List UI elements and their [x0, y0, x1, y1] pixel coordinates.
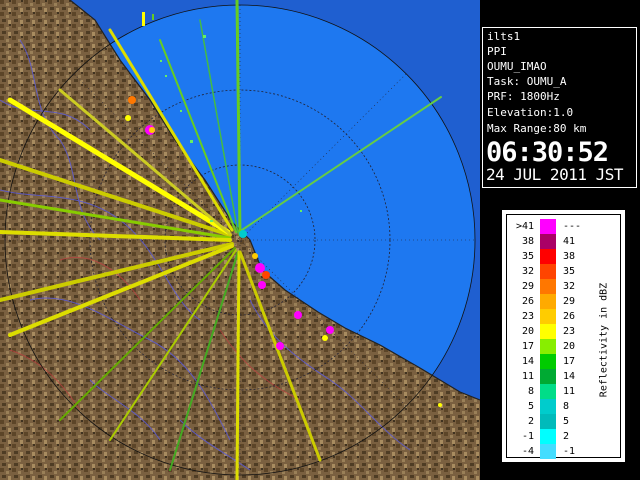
legend-lower-bound: 35: [521, 251, 534, 262]
legend-color-swatch: [540, 444, 556, 459]
legend-row: >41 ---: [507, 219, 591, 234]
observation-time: 06:30:52: [486, 137, 609, 168]
legend-color-swatch: [540, 429, 556, 444]
legend-color-swatch: [540, 414, 556, 429]
legend-lower-bound: 20: [521, 326, 534, 337]
legend-upper-bound: 11: [563, 386, 576, 397]
legend-upper-bound: 8: [563, 401, 570, 412]
legend-color-swatch: [540, 324, 556, 339]
legend-upper-bound: 32: [563, 281, 576, 292]
legend-lower-bound: -4: [521, 446, 534, 457]
legend-title-box: Reflectivity in dBZ: [595, 245, 613, 435]
legend-color-swatch: [540, 369, 556, 384]
legend-color-swatch: [540, 354, 556, 369]
legend-upper-bound: 38: [563, 251, 576, 262]
radar-map-svg: [0, 0, 480, 480]
legend-upper-bound: 26: [563, 311, 576, 322]
legend-color-swatch: [540, 399, 556, 414]
legend-color-swatch: [540, 309, 556, 324]
legend-upper-bound: 2: [563, 431, 570, 442]
legend-lower-bound: 29: [521, 281, 534, 292]
legend-color-swatch: [540, 384, 556, 399]
legend-color-swatch: [540, 339, 556, 354]
legend-color-swatch: [540, 249, 556, 264]
legend-lower-bound: 8: [527, 386, 534, 397]
legend-row: 38 41: [507, 234, 591, 249]
legend-row: 23 26: [507, 309, 591, 324]
legend-lower-bound: 26: [521, 296, 534, 307]
legend-upper-bound: 20: [563, 341, 576, 352]
legend-upper-bound: 41: [563, 236, 576, 247]
legend-lower-bound: >41: [515, 221, 534, 232]
legend-upper-bound: 17: [563, 356, 576, 367]
legend-row: 11 14: [507, 369, 591, 384]
legend-lower-bound: 23: [521, 311, 534, 322]
legend-row: -1 2: [507, 429, 591, 444]
max-range-value: Max Range:80 km: [487, 122, 587, 135]
radar-ppi-display[interactable]: [0, 0, 480, 480]
legend-row: -4 -1: [507, 444, 591, 459]
legend-row: 29 32: [507, 279, 591, 294]
legend-lower-bound: -1: [521, 431, 534, 442]
legend-row: 25: [507, 414, 591, 429]
legend-upper-bound: 35: [563, 266, 576, 277]
station-info-box: ilts1 PPI OUMU_IMAO Task: OUMU_A PRF: 18…: [482, 27, 637, 188]
legend-color-swatch: [540, 279, 556, 294]
legend-lower-bound: 14: [521, 356, 534, 367]
task-name: Task: OUMU_A: [487, 75, 567, 88]
product-name: OUMU_IMAO: [487, 60, 547, 73]
legend-row: 58: [507, 399, 591, 414]
scan-mode: PPI: [487, 45, 507, 58]
legend-row: 26 29: [507, 294, 591, 309]
legend-lower-bound: 32: [521, 266, 534, 277]
observation-date: 24 JUL 2011 JST: [486, 165, 624, 184]
legend-color-swatch: [540, 264, 556, 279]
legend-row: 14 17: [507, 354, 591, 369]
legend-frame: >41 --- 38 41 35 38 32 35 29 32 26 29 23 26 20 23 17 20 14…: [506, 214, 621, 459]
legend-upper-bound: ---: [563, 221, 582, 232]
legend-row: 8 11: [507, 384, 591, 399]
legend-color-swatch: [540, 234, 556, 249]
legend-lower-bound: 2: [527, 416, 534, 427]
legend-lower-bound: 38: [521, 236, 534, 247]
elevation-value: Elevation:1.0: [487, 106, 574, 119]
info-panel: ilts1 PPI OUMU_IMAO Task: OUMU_A PRF: 18…: [480, 0, 640, 480]
legend-upper-bound: 29: [563, 296, 576, 307]
legend-upper-bound: 5: [563, 416, 570, 427]
legend-title: Reflectivity in dBZ: [598, 282, 610, 398]
legend-lower-bound: 11: [521, 371, 534, 382]
legend-upper-bound: -1: [563, 446, 576, 457]
station-name: ilts1: [487, 30, 521, 43]
legend-lower-bound: 5: [527, 401, 534, 412]
legend-row: 32 35: [507, 264, 591, 279]
reflectivity-legend: >41 --- 38 41 35 38 32 35 29 32 26 29 23 26 20 23 17 20 14…: [501, 209, 626, 463]
legend-row: 35 38: [507, 249, 591, 264]
legend-color-swatch: [540, 219, 556, 234]
legend-upper-bound: 14: [563, 371, 576, 382]
prf-value: PRF: 1800Hz: [487, 90, 560, 103]
legend-upper-bound: 23: [563, 326, 576, 337]
legend-lower-bound: 17: [521, 341, 534, 352]
legend-row: 17 20: [507, 339, 591, 354]
legend-color-swatch: [540, 294, 556, 309]
legend-row: 20 23: [507, 324, 591, 339]
